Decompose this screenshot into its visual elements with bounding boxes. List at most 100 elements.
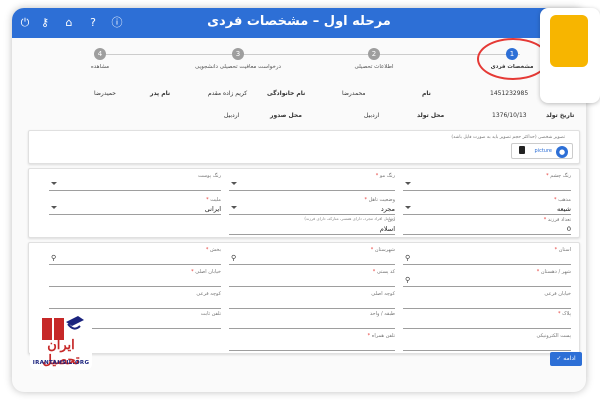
family-label: نام خانوادگی <box>267 90 306 97</box>
logo-site: IRANTAHSIL.ORG <box>32 360 90 366</box>
postal-code-label: کد پستی * <box>372 269 395 275</box>
father-value: حمیدرضا <box>94 90 116 97</box>
city-field[interactable]: شهرستان * ⚲ <box>229 247 395 265</box>
info-icon[interactable]: ⓘ <box>110 16 124 30</box>
skin-color-field[interactable]: رنگ پوست <box>49 173 221 191</box>
personal-info-panel: رنگ چشم * رنگ مو * رنگ پوست مذهب * شیعه … <box>28 168 580 238</box>
national-code-value: 1451232985 <box>490 90 529 97</box>
email-label: پست الکترونیکی <box>536 333 571 339</box>
stepper-line <box>100 54 520 55</box>
step-3[interactable]: 3 <box>232 48 244 60</box>
main-street-field[interactable]: خیابان اصلی * <box>49 269 221 287</box>
children-value: 0 <box>566 225 571 233</box>
sect-select[interactable]: مذهب * شیعه <box>403 197 571 215</box>
sect-value: شیعه <box>556 205 571 213</box>
issue-place-value: اردبیل <box>224 112 240 119</box>
address-panel: استان * ⚲ شهرستان * ⚲ بخش * ⚲ شهر / دهست… <box>28 242 580 354</box>
chevron-down-icon <box>231 206 237 209</box>
sub-street-field[interactable]: خیابان فرعی <box>403 291 571 309</box>
plaque-field[interactable]: پلاک * <box>403 311 571 329</box>
home-icon[interactable]: ⌂ <box>62 16 76 30</box>
mobile-field[interactable]: تلفن همراه * <box>229 333 395 351</box>
village-label: شهر / دهستان * <box>536 269 571 275</box>
phone-label: تلفن ثابت <box>200 311 221 317</box>
marital-value: مجرد <box>380 205 395 213</box>
email-field[interactable]: پست الکترونیکی <box>403 333 571 351</box>
sub-alley-field[interactable]: کوچه فرعی <box>49 291 221 309</box>
title-bar: مرحله اول – مشخصات فردی ⏻ ⚷ ⌂ ? ⓘ <box>12 8 586 38</box>
photo-hint: تصویر شخصی (حداکثر حجم تصویر باید به صور… <box>451 135 565 140</box>
religion-field[interactable]: دین اسلام <box>229 217 395 235</box>
birth-date-value: 1376/10/13 <box>492 112 527 119</box>
app-window: مرحله اول – مشخصات فردی ⏻ ⚷ ⌂ ? ⓘ 1 مشخص… <box>12 8 586 392</box>
province-field[interactable]: استان * ⚲ <box>403 247 571 265</box>
birth-date-label: تاریخ تولد <box>546 112 575 119</box>
chevron-down-icon <box>51 206 57 209</box>
logo: ایران تحصیل IRANTAHSIL.ORG <box>30 310 92 370</box>
religion-label: دین <box>387 217 395 223</box>
chevron-down-icon <box>405 206 411 209</box>
upload-filename: picture <box>534 148 552 154</box>
main-alley-field[interactable]: کوچه اصلی <box>229 291 395 309</box>
step-2[interactable]: 2 <box>368 48 380 60</box>
user-icon: ● <box>556 146 568 158</box>
name-value: محمدرضا <box>342 90 366 97</box>
sect-label: مذهب * <box>554 197 571 203</box>
skin-color-label: رنگ پوست <box>198 173 221 179</box>
hair-color-label: رنگ مو * <box>375 173 395 179</box>
hair-color-field[interactable]: رنگ مو * <box>229 173 395 191</box>
accent-square <box>550 15 588 67</box>
plaque-label: پلاک * <box>558 311 571 317</box>
help-icon[interactable]: ? <box>86 16 100 30</box>
power-icon[interactable]: ⏻ <box>18 16 32 30</box>
birth-place-value: اردبیل <box>364 112 380 119</box>
children-label: تعداد فرزند * <box>543 217 571 223</box>
religion-value: اسلام <box>379 225 395 233</box>
sub-alley-label: کوچه فرعی <box>196 291 221 297</box>
sect-field[interactable]: رنگ چشم * <box>403 173 571 191</box>
name-label: نام <box>422 90 431 97</box>
step-4[interactable]: 4 <box>94 48 106 60</box>
step-2-label: اطلاعات تحصیلی <box>354 64 394 70</box>
summary-row-2: تاریخ تولد 1376/10/13 محل تولد اردبیل مح… <box>12 112 586 126</box>
chevron-down-icon <box>405 182 411 185</box>
main-street-label: خیابان اصلی * <box>191 269 221 275</box>
continue-button[interactable]: ✓ ادامه <box>550 352 582 366</box>
children-count-field[interactable]: تعداد فرزند * 0 <box>403 217 571 235</box>
progress-stepper: 1 مشخصات فردی 2 اطلاعات تحصیلی 3 درخواست… <box>52 44 533 78</box>
photo-panel: تصویر شخصی (حداکثر حجم تصویر باید به صور… <box>28 130 580 164</box>
trash-icon[interactable] <box>519 146 525 154</box>
nationality-select[interactable]: ملیت * ایرانی <box>49 197 221 215</box>
search-icon[interactable]: ⚲ <box>405 254 410 262</box>
key-icon[interactable]: ⚷ <box>38 16 52 30</box>
city-label: شهرستان * <box>370 247 395 253</box>
chevron-down-icon <box>51 182 57 185</box>
main-alley-label: کوچه اصلی <box>371 291 395 297</box>
summary-row-1: 1451232985 نام محمدرضا نام خانوادگی کریم… <box>12 90 586 104</box>
mobile-label: تلفن همراه * <box>367 333 395 339</box>
issue-place-label: محل صدور <box>270 112 302 119</box>
marital-select[interactable]: وضعیت تاهل * مجرد (شامل افراد مجرد، دارا… <box>229 197 395 221</box>
step-4-label: مشاهده <box>90 64 110 70</box>
eye-color-label: رنگ چشم * <box>546 173 571 179</box>
chevron-down-icon <box>231 182 237 185</box>
accent-card <box>540 8 600 103</box>
nationality-label: ملیت * <box>206 197 221 203</box>
step-3-label: درخواست معافیت تحصیلی دانشجویی <box>195 64 281 70</box>
search-icon[interactable]: ⚲ <box>405 276 410 284</box>
father-label: نام پدر <box>150 90 171 97</box>
highlight-circle <box>477 38 549 80</box>
province-label: استان * <box>554 247 571 253</box>
nationality-value: ایرانی <box>204 205 221 213</box>
search-icon[interactable]: ⚲ <box>231 254 236 262</box>
marital-label: وضعیت تاهل * <box>364 197 395 203</box>
search-icon[interactable]: ⚲ <box>51 254 56 262</box>
village-field[interactable]: شهر / دهستان * ⚲ <box>403 269 571 287</box>
birth-place-label: محل تولد <box>417 112 445 119</box>
postal-code-field[interactable]: کد پستی * <box>229 269 395 287</box>
sub-street-label: خیابان فرعی <box>544 291 571 297</box>
unit-field[interactable]: طبقه / واحد <box>229 311 395 329</box>
family-value: کریم زاده مقدم <box>208 90 248 97</box>
area-label: بخش * <box>205 247 221 253</box>
area-field[interactable]: بخش * ⚲ <box>49 247 221 265</box>
